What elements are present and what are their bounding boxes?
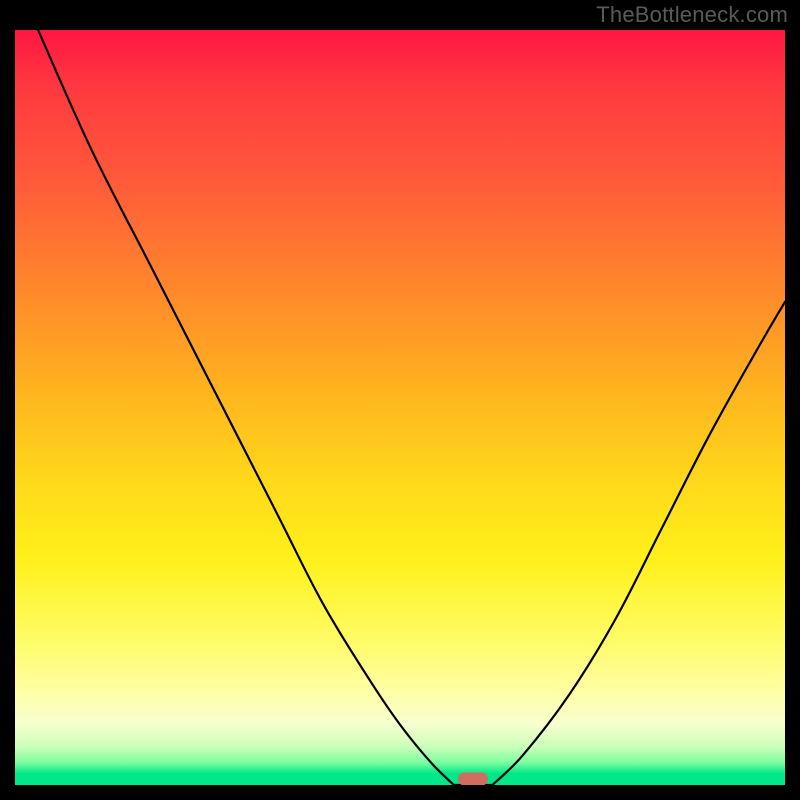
bottleneck-curve [38, 30, 785, 785]
curve-svg [15, 30, 785, 785]
chart-frame: TheBottleneck.com [0, 0, 800, 800]
watermark-label: TheBottleneck.com [596, 2, 788, 28]
plot-area [15, 30, 785, 785]
min-marker [458, 772, 488, 785]
